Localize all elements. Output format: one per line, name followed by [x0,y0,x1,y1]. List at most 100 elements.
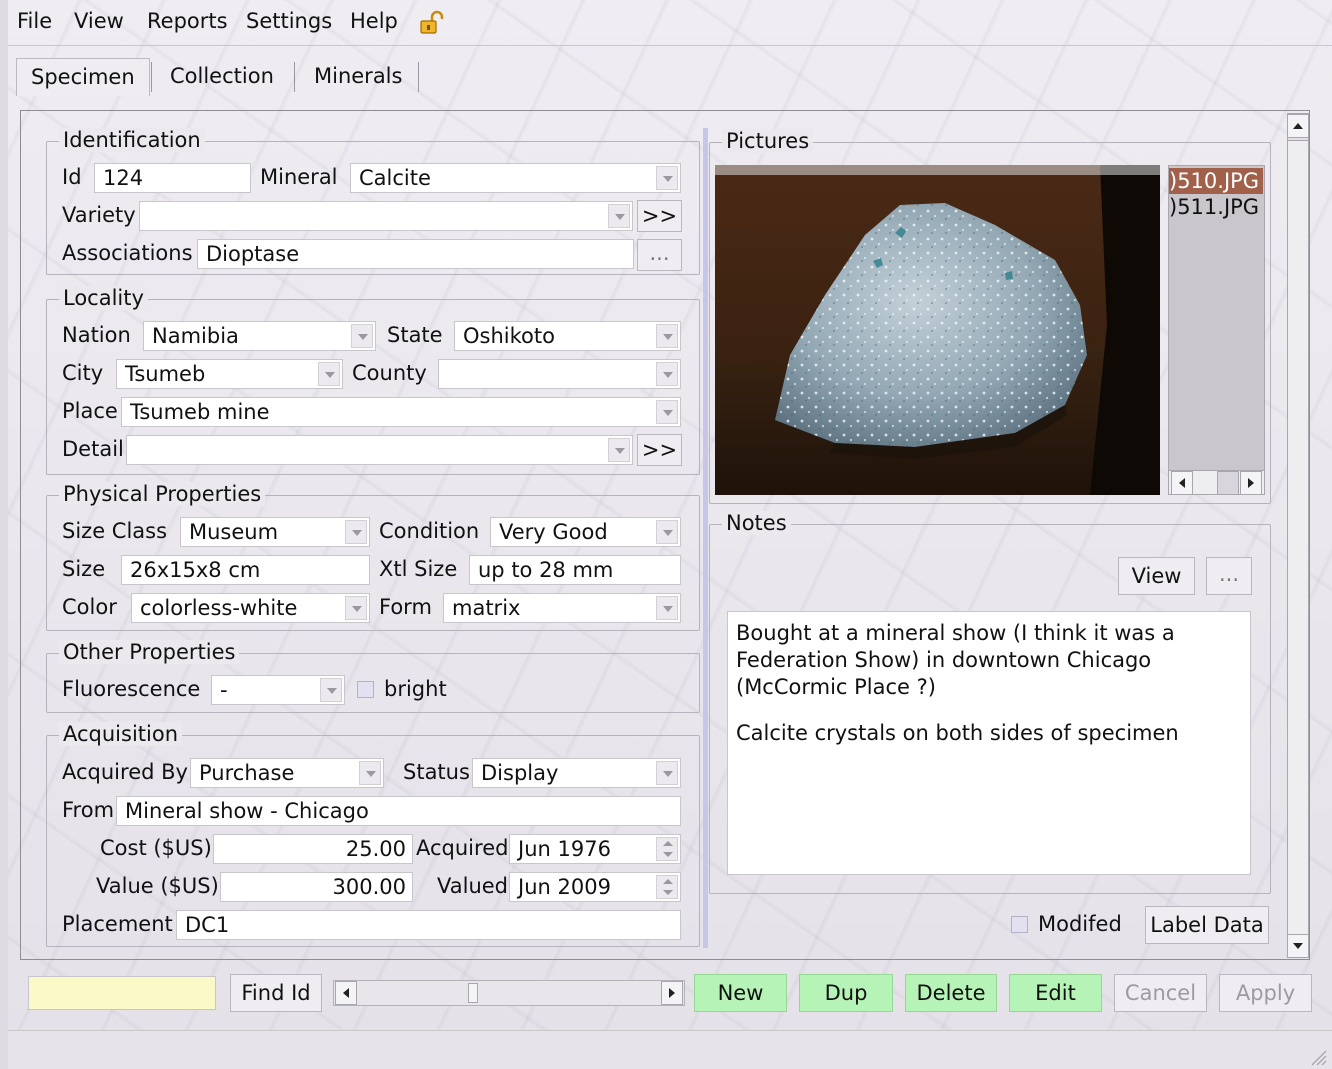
chevron-down-icon[interactable] [656,400,678,424]
variety-combo[interactable] [139,201,633,231]
chevron-down-icon[interactable] [345,520,367,544]
mineral-combo[interactable]: Calcite [350,163,681,193]
apply-button[interactable]: Apply [1219,974,1312,1012]
variety-more-button[interactable]: >> [637,200,682,232]
modified-checkbox[interactable] [1011,916,1028,933]
id-field[interactable]: 124 [94,163,251,193]
delete-button[interactable]: Delete [905,974,997,1012]
spinner-arrows-icon[interactable] [656,837,678,861]
placement-field[interactable]: DC1 [176,910,681,940]
chevron-down-icon[interactable] [351,324,373,348]
status-combo[interactable]: Display [472,758,681,788]
form-combo[interactable]: matrix [443,593,681,623]
picture-file-list[interactable]: )510.JPG )511.JPG [1168,165,1265,495]
associations-browse-button[interactable]: ... [637,239,682,271]
state-combo[interactable]: Oshikoto [454,321,681,351]
chevron-down-icon[interactable] [656,166,678,190]
bright-checkbox[interactable] [357,681,374,698]
county-combo[interactable] [438,359,681,389]
tab-specimen[interactable]: Specimen [16,58,150,96]
color-combo[interactable]: colorless-white [131,593,370,623]
scroll-right-icon[interactable] [1240,471,1262,494]
record-navigator-scrollbar[interactable] [333,980,685,1006]
menu-help[interactable]: Help [350,9,398,33]
scroll-left-icon[interactable] [335,981,357,1005]
menu-file[interactable]: File [17,9,52,33]
value-field[interactable]: 300.00 [220,872,413,902]
menu-reports[interactable]: Reports [147,9,228,33]
picture-file-item[interactable]: )511.JPG [1169,194,1259,220]
placement-label: Placement [62,912,173,936]
edit-button[interactable]: Edit [1009,974,1102,1012]
acquired-by-combo[interactable]: Purchase [190,758,384,788]
chevron-down-icon[interactable] [656,362,678,386]
specimen-photo[interactable] [715,165,1160,495]
chevron-down-icon[interactable] [359,761,381,785]
physical-properties-title: Physical Properties [59,482,266,506]
scroll-right-icon[interactable] [661,981,683,1005]
chevron-down-icon[interactable] [318,362,340,386]
detail-combo[interactable] [126,435,633,465]
state-value: Oshikoto [463,324,555,348]
menu-settings[interactable]: Settings [246,9,332,33]
scroll-thumb[interactable] [1287,140,1309,935]
valued-date-spinner[interactable]: Jun 2009 [509,872,681,902]
resize-grip-icon[interactable] [1306,1045,1328,1067]
scroll-down-icon[interactable] [1287,934,1309,958]
tab-collection[interactable]: Collection [156,58,294,96]
size-label: Size [62,557,106,581]
new-button[interactable]: New [694,974,787,1012]
picture-list-hscrollbar[interactable] [1169,470,1264,494]
condition-combo[interactable]: Very Good [490,517,681,547]
panel-vscrollbar[interactable] [1287,113,1309,958]
chevron-down-icon[interactable] [656,324,678,348]
from-field[interactable]: Mineral show - Chicago [116,796,681,826]
chevron-down-icon[interactable] [320,678,342,702]
xtl-size-field[interactable]: up to 28 mm [469,555,681,585]
chevron-down-icon[interactable] [608,204,630,228]
scroll-thumb[interactable] [468,983,478,1003]
notes-browse-button[interactable]: ... [1206,557,1252,595]
nation-label: Nation [62,323,131,347]
find-id-input[interactable] [28,976,216,1010]
tab-collection-label: Collection [170,64,274,88]
condition-label: Condition [379,519,480,543]
scroll-left-icon[interactable] [1171,471,1193,494]
splitter-handle[interactable] [703,128,708,948]
acquired-date-value: Jun 1976 [518,837,611,861]
detail-more-button[interactable]: >> [637,434,682,466]
fluorescence-combo[interactable]: - [211,675,345,705]
label-data-button[interactable]: Label Data [1145,906,1269,944]
notes-paragraph: Calcite crystals on both sides of specim… [736,721,1179,745]
chevron-down-icon[interactable] [608,438,630,462]
cost-field[interactable]: 25.00 [213,834,413,864]
scroll-thumb[interactable] [1217,471,1239,494]
associations-field[interactable]: Dioptase [197,239,634,269]
dup-button[interactable]: Dup [799,974,893,1012]
notes-view-button[interactable]: View [1118,557,1195,595]
size-class-value: Museum [189,520,279,544]
notes-textarea[interactable]: Bought at a mineral show (I think it was… [727,611,1251,875]
spinner-arrows-icon[interactable] [656,875,678,899]
place-combo[interactable]: Tsumeb mine [121,397,681,427]
value-label: Value ($US) [96,874,219,898]
chevron-down-icon[interactable] [656,596,678,620]
scroll-up-icon[interactable] [1287,114,1309,138]
chevron-down-icon[interactable] [345,596,367,620]
menu-view[interactable]: View [74,9,124,33]
lock-open-icon[interactable] [418,10,446,36]
chevron-down-icon[interactable] [656,520,678,544]
identification-title: Identification [59,128,205,152]
picture-file-item[interactable]: )510.JPG [1169,168,1263,194]
nation-value: Namibia [152,324,239,348]
size-class-combo[interactable]: Museum [180,517,370,547]
nation-combo[interactable]: Namibia [143,321,376,351]
city-combo[interactable]: Tsumeb [116,359,343,389]
size-field[interactable]: 26x15x8 cm [121,555,370,585]
locality-title: Locality [59,286,148,310]
cancel-button[interactable]: Cancel [1114,974,1207,1012]
find-id-button[interactable]: Find Id [230,974,322,1012]
tab-minerals[interactable]: Minerals [300,58,418,96]
chevron-down-icon[interactable] [656,761,678,785]
acquired-date-spinner[interactable]: Jun 1976 [509,834,681,864]
